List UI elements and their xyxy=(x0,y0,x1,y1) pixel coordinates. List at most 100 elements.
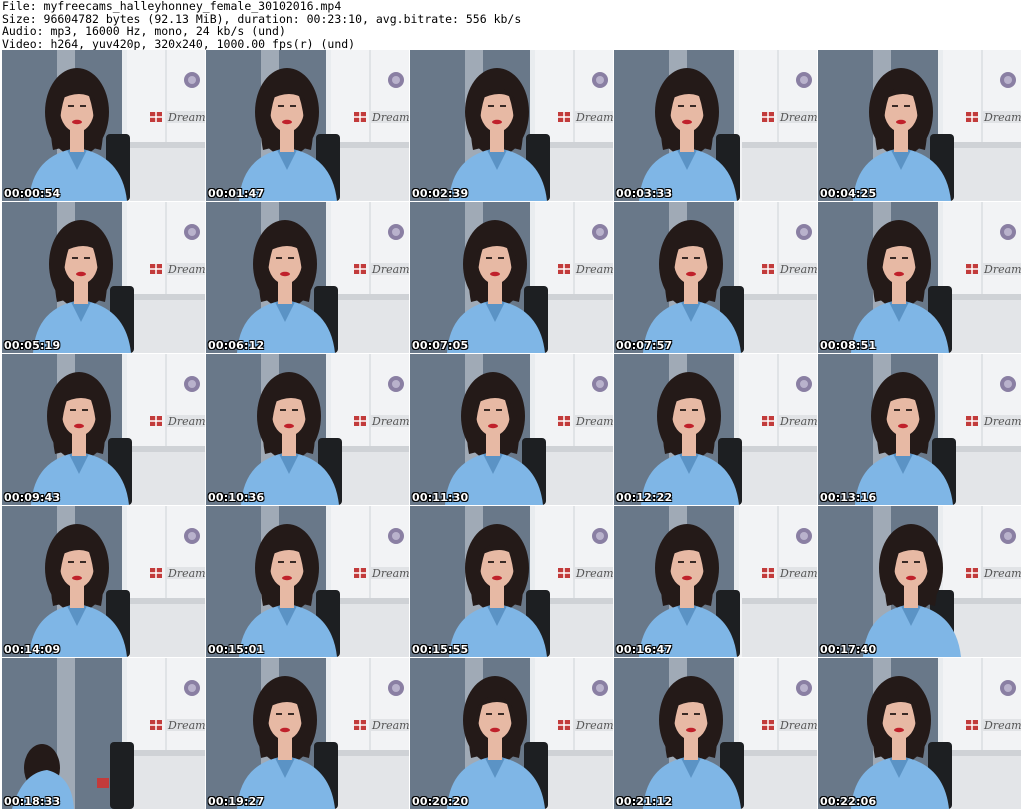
webcam-frame-image: Dream xyxy=(206,50,409,201)
thumbnail-grid: Dream 00:00:54 Dream 00:01:47 Dream 00:02:39 D… xyxy=(2,50,1021,809)
webcam-frame-image: Dream xyxy=(614,354,817,505)
thumbnail-timestamp: 00:21:12 xyxy=(616,795,673,808)
video-thumbnail: Dream 00:02:39 xyxy=(410,50,613,201)
video-thumbnail: Dream 00:21:12 xyxy=(614,658,817,809)
video-thumbnail: Dream 00:03:33 xyxy=(614,50,817,201)
svg-text:Dream: Dream xyxy=(983,111,1021,124)
svg-text:Dream: Dream xyxy=(371,111,409,124)
video-thumbnail: Dream 00:16:47 xyxy=(614,506,817,657)
webcam-frame-image: Dream xyxy=(206,506,409,657)
webcam-frame-image: Dream xyxy=(614,202,817,353)
thumbnail-timestamp: 00:16:47 xyxy=(616,643,673,656)
video-thumbnail: Dream 00:19:27 xyxy=(206,658,409,809)
webcam-frame-image: Dream xyxy=(818,658,1021,809)
svg-text:Dream: Dream xyxy=(779,111,817,124)
thumbnail-timestamp: 00:09:43 xyxy=(4,491,61,504)
thumbnail-timestamp: 00:02:39 xyxy=(412,187,469,200)
video-info: Video: h264, yuv420p, 320x240, 1000.00 f… xyxy=(2,36,356,51)
thumbnail-timestamp: 00:19:27 xyxy=(208,795,265,808)
webcam-frame-image: Dream xyxy=(206,658,409,809)
thumbnail-timestamp: 00:07:57 xyxy=(616,339,673,352)
svg-text:Dream: Dream xyxy=(575,719,613,732)
video-thumbnail: Dream 00:22:06 xyxy=(818,658,1021,809)
video-thumbnail: Dream 00:20:20 xyxy=(410,658,613,809)
video-thumbnail: Dream 00:07:57 xyxy=(614,202,817,353)
svg-text:Dream: Dream xyxy=(779,567,817,580)
file-name: File: myfreecams_halleyhonney_female_301… xyxy=(2,0,342,13)
thumbnail-timestamp: 00:08:51 xyxy=(820,339,877,352)
thumbnail-timestamp: 00:10:36 xyxy=(208,491,265,504)
video-thumbnail: Dream 00:12:22 xyxy=(614,354,817,505)
webcam-frame-image: Dream xyxy=(818,202,1021,353)
svg-text:Dream: Dream xyxy=(371,263,409,276)
video-thumbnail: Dream 00:13:16 xyxy=(818,354,1021,505)
svg-text:Dream: Dream xyxy=(575,415,613,428)
thumbnail-timestamp: 00:15:55 xyxy=(412,643,469,656)
svg-text:Dream: Dream xyxy=(779,415,817,428)
video-thumbnail: Dream 00:05:19 xyxy=(2,202,205,353)
video-thumbnail: Dream 00:15:55 xyxy=(410,506,613,657)
video-thumbnail: Dream 00:07:05 xyxy=(410,202,613,353)
thumbnail-timestamp: 00:12:22 xyxy=(616,491,673,504)
svg-text:Dream: Dream xyxy=(575,567,613,580)
webcam-frame-image: Dream xyxy=(818,50,1021,201)
webcam-frame-image: Dream xyxy=(206,202,409,353)
webcam-frame-image: Dream xyxy=(410,354,613,505)
video-thumbnail: Dream 00:14:09 xyxy=(2,506,205,657)
svg-text:Dream: Dream xyxy=(983,719,1021,732)
svg-text:Dream: Dream xyxy=(167,567,205,580)
webcam-frame-image: Dream xyxy=(410,506,613,657)
webcam-frame-image: Dream xyxy=(410,50,613,201)
thumbnail-timestamp: 00:03:33 xyxy=(616,187,673,200)
webcam-frame-image: Dream xyxy=(818,506,1021,657)
video-thumbnail: Dream 00:17:40 xyxy=(818,506,1021,657)
thumbnail-timestamp: 00:11:30 xyxy=(412,491,469,504)
webcam-frame-image: Dream xyxy=(206,354,409,505)
webcam-frame-image: Dream xyxy=(614,658,817,809)
svg-text:Dream: Dream xyxy=(983,415,1021,428)
svg-text:Dream: Dream xyxy=(371,567,409,580)
webcam-frame-image: Dream xyxy=(410,658,613,809)
webcam-frame-image: Dream xyxy=(614,50,817,201)
svg-text:Dream: Dream xyxy=(167,111,205,124)
svg-text:Dream: Dream xyxy=(779,263,817,276)
webcam-frame-image: Dream xyxy=(2,506,205,657)
webcam-frame-image: Dream xyxy=(2,354,205,505)
thumbnail-timestamp: 00:22:06 xyxy=(820,795,877,808)
file-info-header: File: myfreecams_halleyhonney_female_301… xyxy=(2,0,1022,50)
video-thumbnail: Dream 00:08:51 xyxy=(818,202,1021,353)
svg-text:Dream: Dream xyxy=(983,263,1021,276)
thumbnail-timestamp: 00:17:40 xyxy=(820,643,877,656)
svg-text:Dream: Dream xyxy=(983,567,1021,580)
thumbnail-timestamp: 00:01:47 xyxy=(208,187,265,200)
video-thumbnail: Dream 00:06:12 xyxy=(206,202,409,353)
svg-text:Dream: Dream xyxy=(167,263,205,276)
webcam-frame-image: Dream xyxy=(614,506,817,657)
thumbnail-timestamp: 00:15:01 xyxy=(208,643,265,656)
thumbnail-timestamp: 00:04:25 xyxy=(820,187,877,200)
video-thumbnail: Dream 00:09:43 xyxy=(2,354,205,505)
thumbnail-timestamp: 00:07:05 xyxy=(412,339,469,352)
webcam-frame-image: Dream xyxy=(818,354,1021,505)
thumbnail-timestamp: 00:06:12 xyxy=(208,339,265,352)
svg-text:Dream: Dream xyxy=(167,719,205,732)
video-thumbnail: Dream 00:01:47 xyxy=(206,50,409,201)
svg-text:Dream: Dream xyxy=(167,415,205,428)
video-thumbnail: Dream 00:18:33 xyxy=(2,658,205,809)
webcam-frame-image: Dream xyxy=(410,202,613,353)
svg-text:Dream: Dream xyxy=(575,263,613,276)
video-thumbnail: Dream 00:11:30 xyxy=(410,354,613,505)
thumbnail-timestamp: 00:00:54 xyxy=(4,187,61,200)
thumbnail-timestamp: 00:05:19 xyxy=(4,339,61,352)
video-thumbnail: Dream 00:10:36 xyxy=(206,354,409,505)
svg-text:Dream: Dream xyxy=(371,719,409,732)
video-thumbnail: Dream 00:15:01 xyxy=(206,506,409,657)
video-thumbnail: Dream 00:00:54 xyxy=(2,50,205,201)
audio-info: Audio: mp3, 16000 Hz, mono, 24 kb/s (und… xyxy=(2,24,286,38)
svg-text:Dream: Dream xyxy=(575,111,613,124)
video-thumbnail: Dream 00:04:25 xyxy=(818,50,1021,201)
svg-text:Dream: Dream xyxy=(779,719,817,732)
thumbnail-timestamp: 00:14:09 xyxy=(4,643,61,656)
thumbnail-timestamp: 00:18:33 xyxy=(4,795,61,808)
thumbnail-timestamp: 00:20:20 xyxy=(412,795,469,808)
